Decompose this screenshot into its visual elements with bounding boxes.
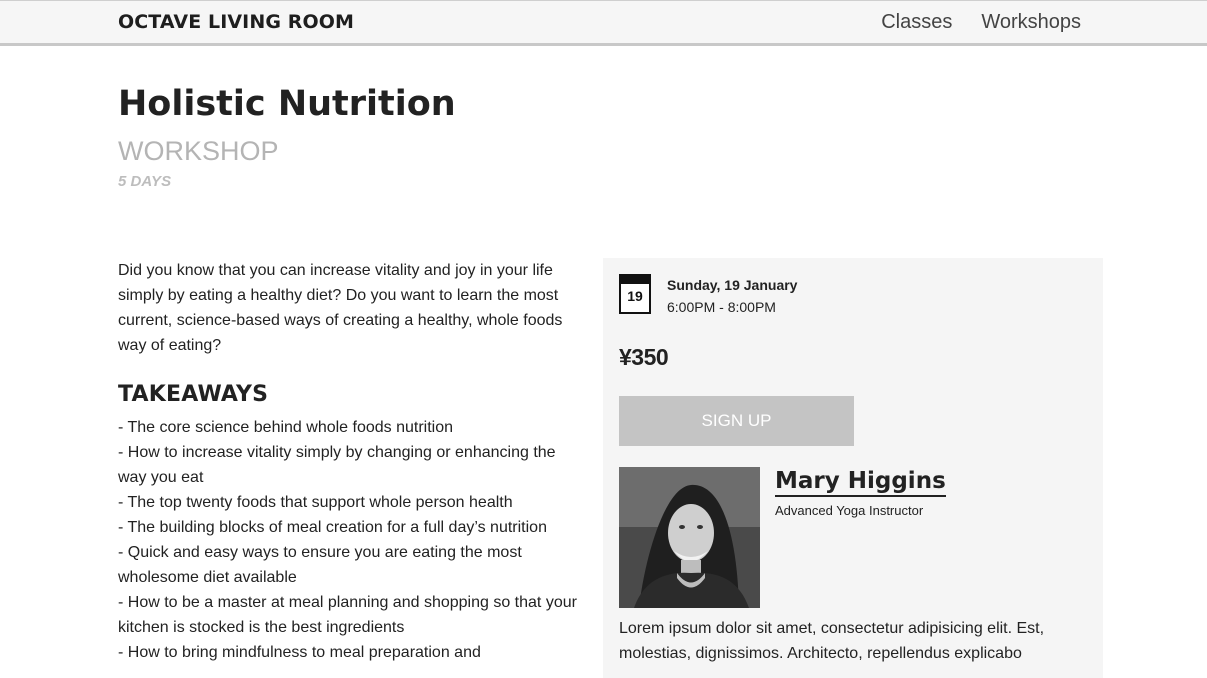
takeaway-item: - The building blocks of meal creation f… <box>118 519 547 536</box>
brand-logo[interactable]: OCTAVE LIVING ROOM <box>118 11 354 33</box>
takeaway-item: - Quick and easy ways to ensure you are … <box>118 544 522 586</box>
intro-paragraph: Did you know that you can increase vital… <box>118 262 563 354</box>
takeaway-item: - The core science behind whole foods nu… <box>118 419 454 436</box>
takeaways-list: - The core science behind whole foods nu… <box>118 415 588 665</box>
takeaway-item: - How to bring mindfulness to meal prepa… <box>118 644 481 661</box>
duration-label: 5 DAYS <box>118 173 172 190</box>
takeaway-item: - How to be a master at meal planning an… <box>118 594 577 636</box>
takeaways-heading: TAKEAWAYS <box>118 382 269 407</box>
main-nav: Classes Workshops <box>881 11 1081 34</box>
instructor-name-link[interactable]: Mary Higgins <box>775 468 946 497</box>
calendar-day: 19 <box>627 288 643 304</box>
instructor-bio: Lorem ipsum dolor sit amet, consectetur … <box>619 620 1045 662</box>
instructor-role: Advanced Yoga Instructor <box>775 503 924 518</box>
event-time: 6:00PM - 8:00PM <box>667 299 776 315</box>
calendar-icon: 19 <box>619 274 651 314</box>
event-price: ¥350 <box>619 344 669 370</box>
instructor-avatar <box>619 467 760 608</box>
calendar-icon-header <box>621 276 649 284</box>
page-subtitle: WORKSHOP <box>118 136 279 166</box>
event-date: Sunday, 19 January <box>667 277 798 293</box>
takeaway-item: - How to increase vitality simply by cha… <box>118 444 556 486</box>
takeaway-item: - The top twenty foods that support whol… <box>118 494 513 511</box>
nav-link-workshops[interactable]: Workshops <box>981 11 1081 34</box>
nav-link-classes[interactable]: Classes <box>881 11 952 34</box>
workshop-description: Did you know that you can increase vital… <box>118 258 588 665</box>
page-title: Holistic Nutrition <box>118 84 456 124</box>
sign-up-button[interactable]: SIGN UP <box>619 396 854 446</box>
top-navigation-bar: OCTAVE LIVING ROOM Classes Workshops <box>0 0 1207 46</box>
instructor-photo <box>619 467 760 608</box>
event-sidebar: 19 Sunday, 19 January 6:00PM - 8:00PM ¥3… <box>603 258 1103 678</box>
